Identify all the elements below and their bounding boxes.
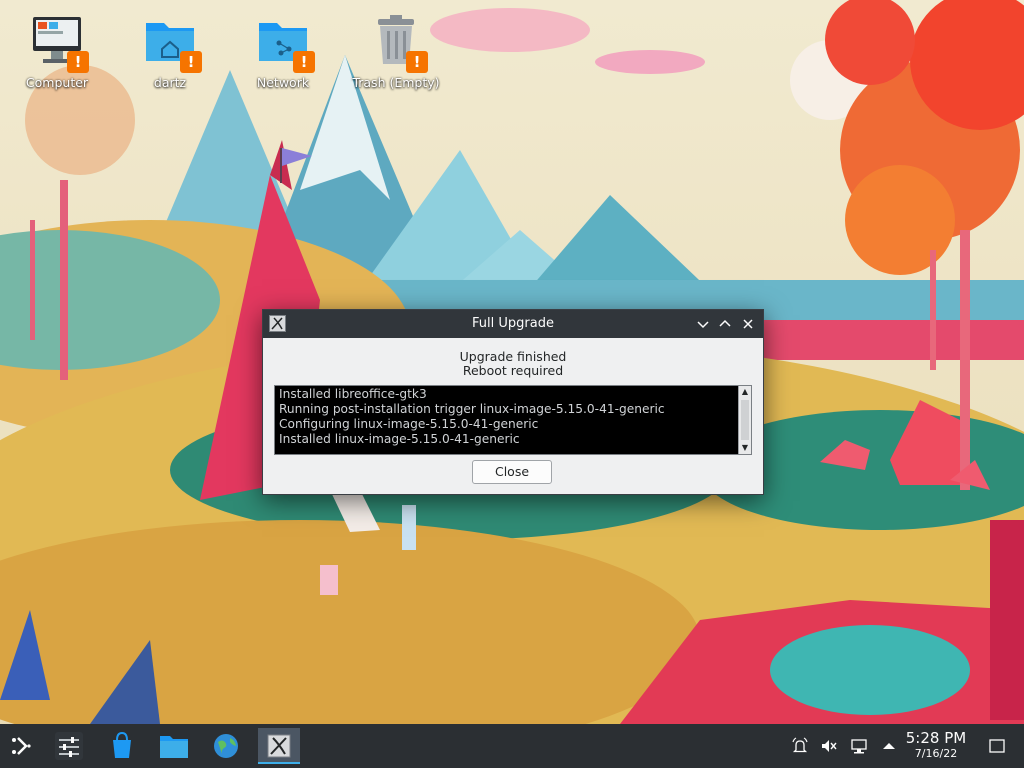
desktop-icon-label: Network (256, 75, 310, 90)
log-line: Installed linux-image-5.15.0-41-generic (279, 432, 520, 446)
upgrade-log[interactable]: Installed libreoffice-gtk3 Running post-… (274, 385, 752, 455)
warning-badge-icon: ! (180, 51, 202, 73)
log-scrollbar[interactable]: ▲ ▼ (738, 386, 751, 454)
tray-notifications[interactable] (791, 737, 809, 755)
scrollbar-thumb[interactable] (741, 400, 749, 440)
close-icon (743, 319, 753, 329)
taskbar-discover[interactable] (104, 728, 140, 764)
log-line: Configuring linux-image-5.15.0-41-generi… (279, 417, 539, 431)
volume-muted-icon (822, 740, 837, 752)
log-line: Installed libreoffice-gtk3 (279, 387, 427, 401)
taskbar-web-browser[interactable] (208, 728, 244, 764)
maximize-button[interactable] (716, 315, 734, 333)
settings-icon (55, 732, 83, 760)
desktop-icon-dartz[interactable]: ! dartz (122, 13, 218, 90)
taskbar: 5:28 PM 7/16/22 (0, 724, 1024, 768)
warning-badge-icon: ! (406, 51, 428, 73)
tray-volume[interactable] (820, 737, 838, 755)
minimize-button[interactable] (694, 315, 712, 333)
application-launcher-icon (12, 737, 31, 755)
chevron-down-icon (697, 321, 709, 329)
log-line: Running post-installation trigger linux-… (279, 402, 665, 416)
close-button[interactable]: Close (472, 460, 552, 484)
taskbar-settings[interactable] (51, 728, 87, 764)
file-manager-icon (160, 736, 188, 758)
tray-expand[interactable] (880, 737, 898, 755)
full-upgrade-dialog: Full Upgrade Upgrade finished Reboot req… (262, 309, 764, 495)
web-browser-icon (214, 734, 238, 758)
clock-time: 5:28 PM (905, 729, 967, 747)
desktop-icon-label: dartz (153, 75, 187, 90)
taskbar-upgrade-tool[interactable] (258, 728, 300, 764)
tray-expand-icon (883, 743, 895, 749)
chevron-up-icon (719, 319, 731, 327)
clock-date: 7/16/22 (914, 747, 958, 760)
warning-badge-icon: ! (67, 51, 89, 73)
close-window-button[interactable] (739, 315, 757, 333)
discover-store-icon (113, 731, 131, 758)
warning-badge-icon: ! (293, 51, 315, 73)
dialog-title: Full Upgrade (472, 316, 554, 331)
taskbar-file-manager[interactable] (156, 728, 192, 764)
scroll-up-icon[interactable]: ▲ (739, 386, 751, 398)
desktop-icon-computer[interactable]: ! Computer (9, 13, 105, 90)
desktop-icon-label: Trash (Empty) (352, 75, 440, 90)
desktop-icon-network[interactable]: ! Network (235, 13, 331, 90)
desktop-icon-trash[interactable]: ! Trash (Empty) (348, 13, 444, 90)
digital-clock[interactable]: 5:28 PM 7/16/22 (900, 729, 972, 761)
tray-network[interactable] (850, 737, 868, 755)
status-text: Upgrade finished (459, 349, 567, 364)
upgrade-tool-icon (267, 734, 291, 758)
notifications-icon (792, 737, 808, 753)
show-desktop-button[interactable] (988, 737, 1006, 755)
reboot-required-text: Reboot required (462, 363, 564, 378)
scroll-down-icon[interactable]: ▼ (739, 442, 751, 454)
application-launcher-button[interactable] (4, 728, 40, 764)
desktop-icon-label: Computer (25, 75, 89, 90)
network-icon (851, 739, 867, 754)
dialog-titlebar[interactable]: Full Upgrade (263, 310, 763, 338)
show-desktop-icon (989, 739, 1005, 753)
